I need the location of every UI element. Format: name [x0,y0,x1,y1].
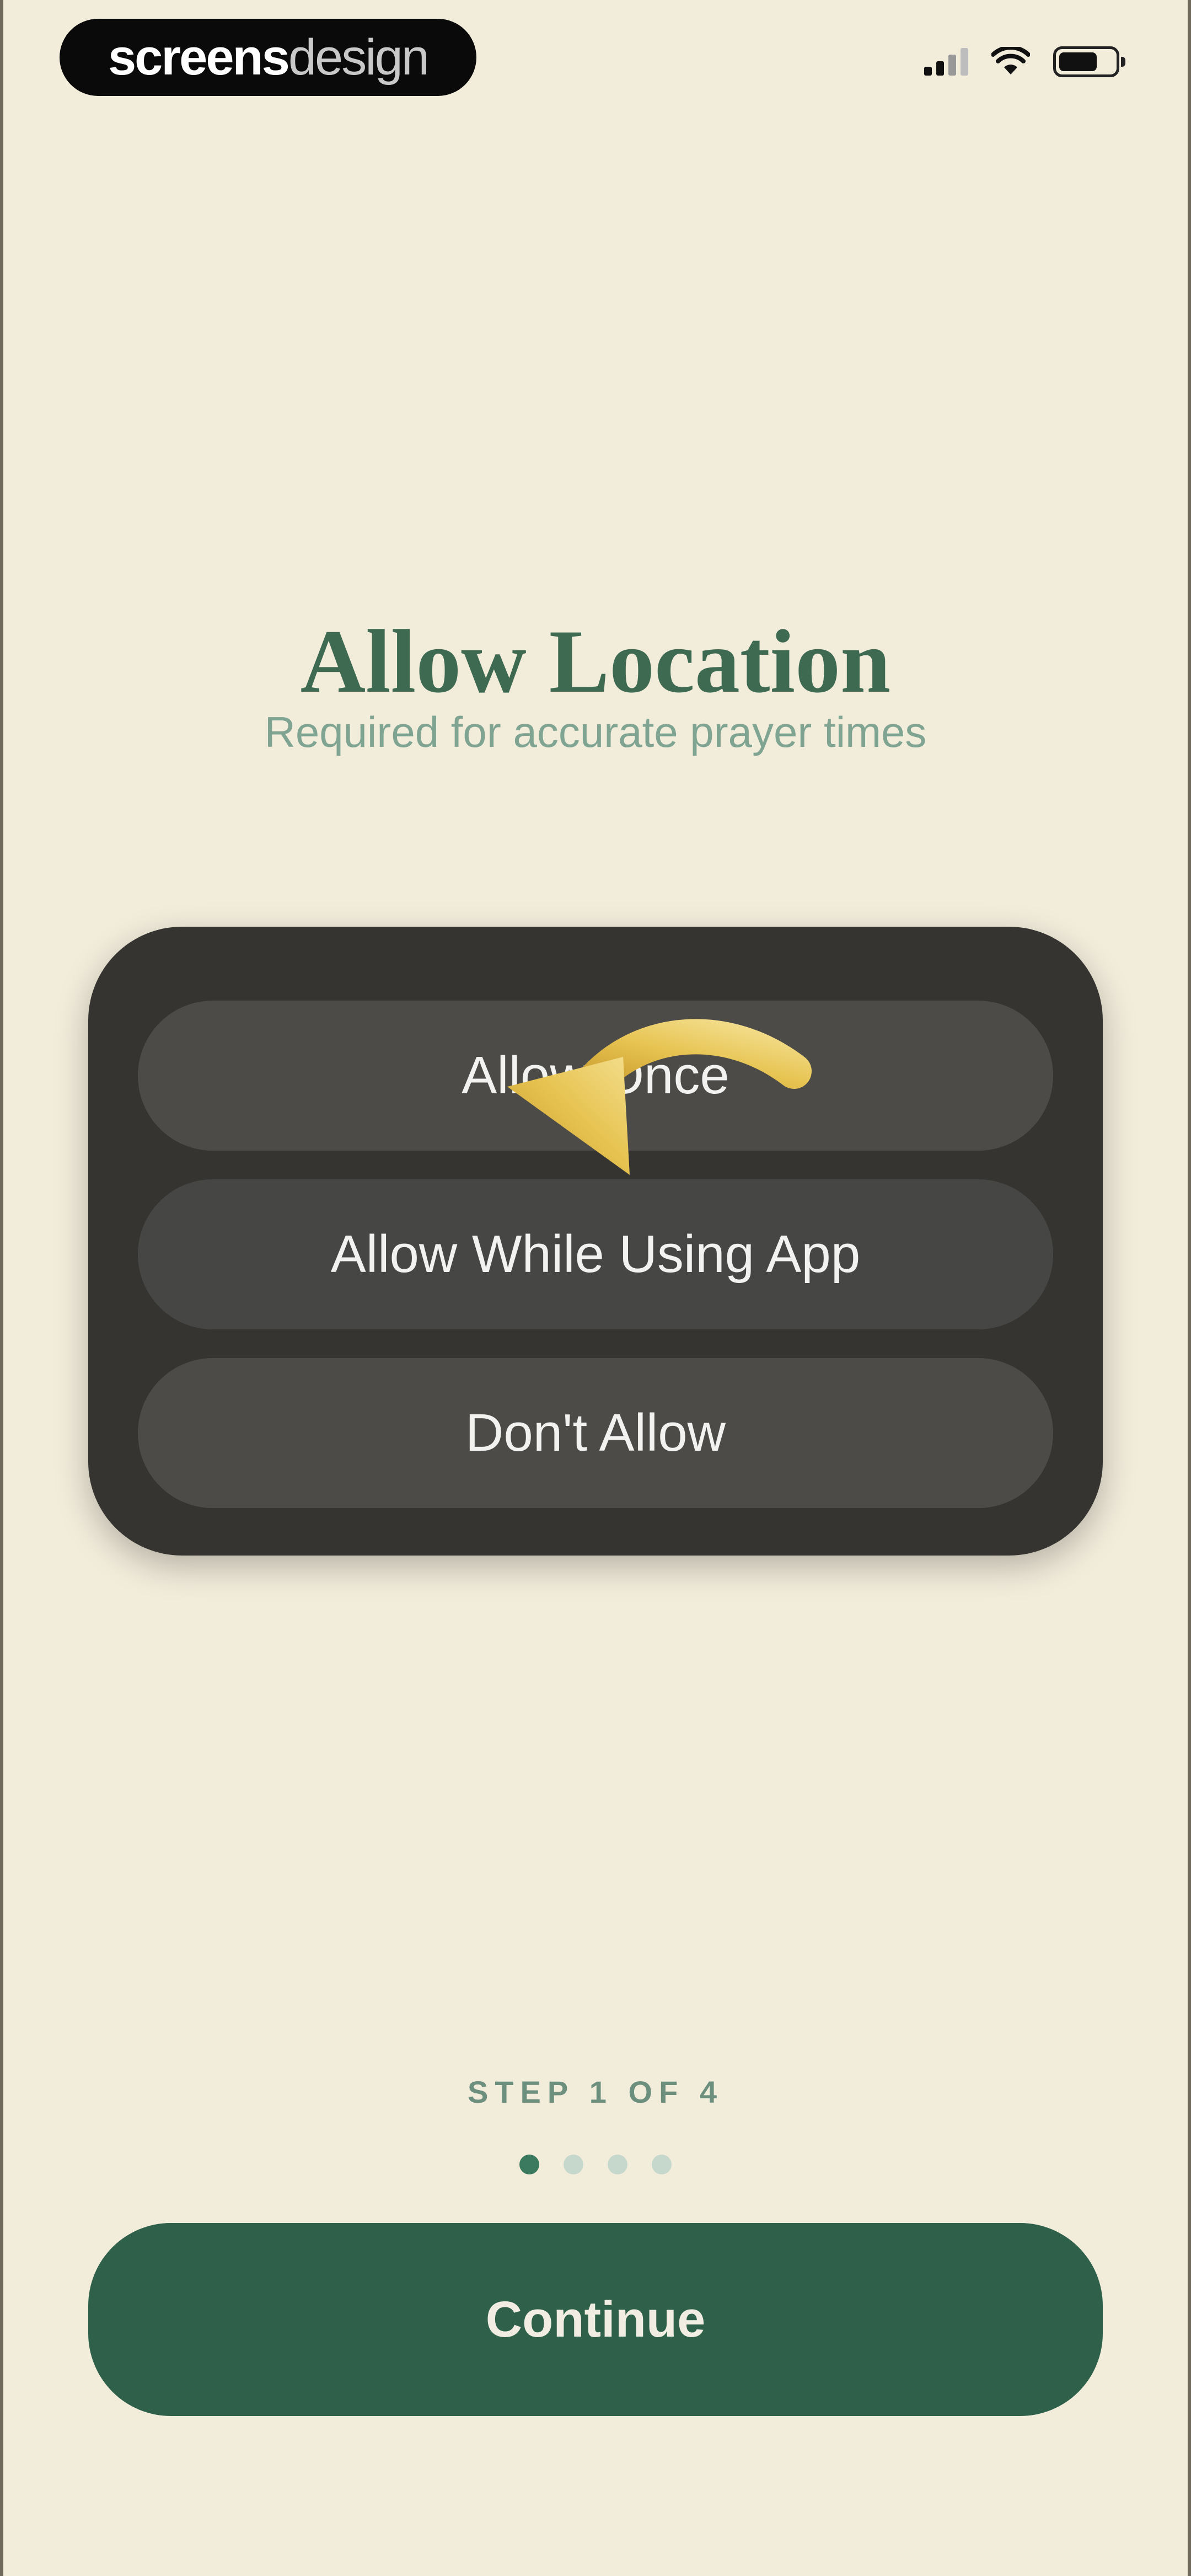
watermark-badge: screens design [60,19,476,96]
allow-while-using-app-button[interactable]: Allow While Using App [138,1179,1053,1329]
location-permission-dialog: Allow Once Allow While Using App Don't A… [88,927,1103,1556]
cellular-signal-icon [924,48,968,76]
watermark-text-screens: screens [108,29,290,85]
dont-allow-button[interactable]: Don't Allow [138,1358,1053,1508]
step-indicator-label: STEP 1 OF 4 [468,2075,723,2109]
step-dot-2 [564,2155,583,2174]
watermark-text-design: design [288,29,430,85]
battery-icon [1053,46,1125,77]
device-frame-right [1188,0,1191,2576]
step-dot-3 [608,2155,627,2174]
step-progress-dots [0,2155,1191,2174]
continue-button[interactable]: Continue [88,2223,1103,2416]
status-bar [924,46,1125,77]
battery-nub [1121,57,1125,67]
step-dot-1 [519,2155,539,2174]
allow-once-button[interactable]: Allow Once [138,1001,1053,1151]
battery-level [1059,52,1097,71]
device-frame-left [0,0,3,2576]
step-dot-4 [652,2155,672,2174]
page-subtitle: Required for accurate prayer times [264,708,927,756]
page-title: Allow Location [300,611,891,712]
wifi-icon [991,47,1030,74]
